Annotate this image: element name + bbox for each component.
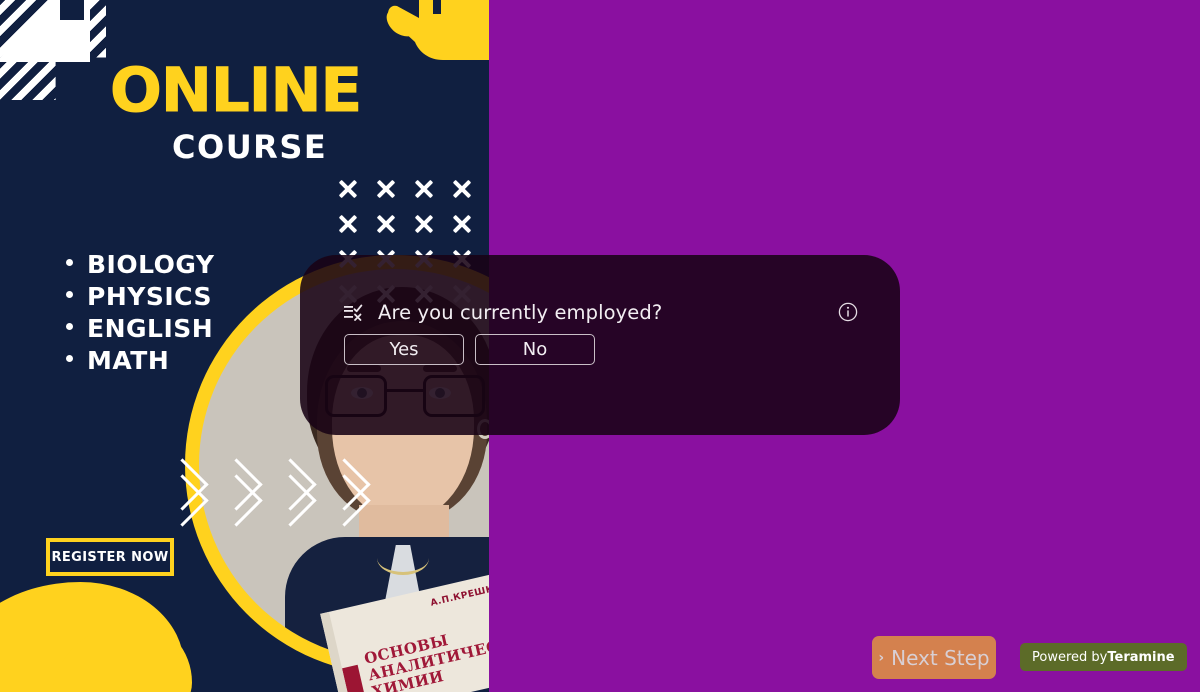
answer-yes-button[interactable]: Yes bbox=[344, 334, 464, 365]
subject-label: BIOLOGY bbox=[87, 250, 215, 279]
subject-label: ENGLISH bbox=[87, 314, 214, 343]
screen-root: ONLINE COURSE BIOLOGY PHYSICS ENGLISH MA… bbox=[0, 0, 1200, 692]
chevron-right-icon bbox=[160, 452, 202, 532]
chevron-right-icon: › bbox=[878, 649, 885, 666]
survey-dialog: Are you currently employed? Yes No bbox=[300, 255, 900, 435]
subject-list: BIOLOGY PHYSICS ENGLISH MATH bbox=[66, 250, 214, 378]
book-title: ОСНОВЫ АНАЛИТИЧЕСКОЙ ХИМИИ bbox=[362, 627, 489, 692]
answer-no-label: No bbox=[522, 339, 548, 360]
list-item: MATH bbox=[66, 346, 214, 375]
poster-title: ONLINE bbox=[109, 55, 362, 126]
triangle-notch-decoration bbox=[60, 0, 84, 20]
list-item: ENGLISH bbox=[66, 314, 214, 343]
answer-yes-label: Yes bbox=[389, 339, 419, 360]
chevron-decoration bbox=[160, 452, 364, 532]
chevron-right-icon bbox=[322, 452, 364, 532]
subject-label: MATH bbox=[87, 346, 170, 375]
list-item: BIOLOGY bbox=[66, 250, 214, 279]
next-step-label: Next Step bbox=[891, 645, 990, 670]
info-circle-icon[interactable] bbox=[838, 302, 858, 322]
survey-question: Are you currently employed? bbox=[378, 301, 663, 324]
subject-label: PHYSICS bbox=[87, 282, 212, 311]
poster-subtitle: COURSE bbox=[172, 128, 328, 166]
chevron-right-icon bbox=[214, 452, 256, 532]
list-item: PHYSICS bbox=[66, 282, 214, 311]
register-now-label: REGISTER NOW bbox=[51, 549, 169, 565]
chevron-right-icon bbox=[268, 452, 310, 532]
pointing-hand-icon bbox=[386, 0, 489, 60]
answer-buttons: Yes No bbox=[344, 334, 595, 365]
register-now-button[interactable]: REGISTER NOW bbox=[46, 538, 174, 576]
answer-no-button[interactable]: No bbox=[475, 334, 595, 365]
survey-checklist-icon bbox=[344, 304, 363, 321]
powered-by-prefix: Powered by bbox=[1032, 649, 1108, 665]
next-step-button[interactable]: › Next Step bbox=[872, 636, 996, 679]
powered-by-badge[interactable]: Powered by Teramine bbox=[1020, 643, 1187, 671]
dialog-header: Are you currently employed? bbox=[344, 301, 662, 324]
powered-by-brand: Teramine bbox=[1107, 649, 1175, 665]
